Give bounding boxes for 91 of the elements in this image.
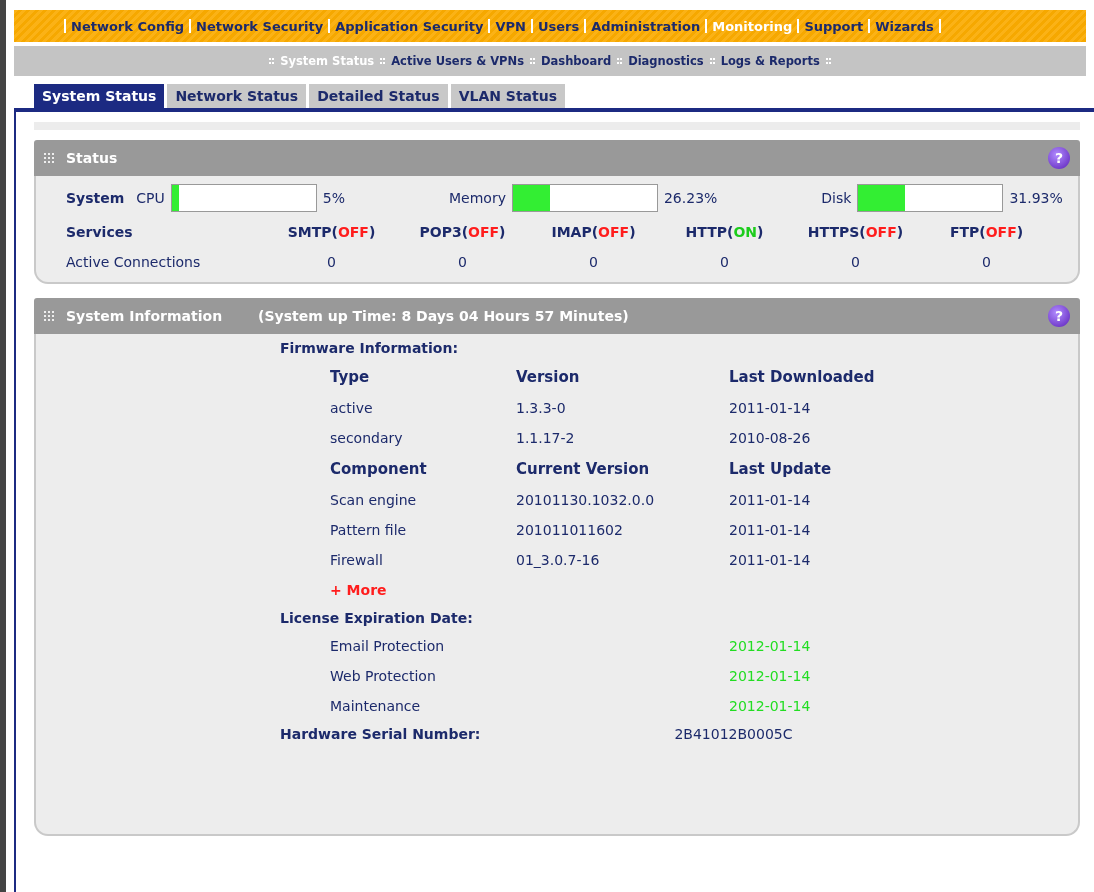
nav-link[interactable]: Network Security [196, 18, 324, 34]
column-header: Current Version [516, 460, 651, 478]
connection-count: 0 [719, 254, 730, 270]
service-name: POP3( [419, 224, 469, 240]
meter-label: Disk [821, 190, 852, 206]
table-cell-text: 20101130.1032.0.0 [516, 492, 656, 508]
closing-parenthesis: ) [629, 224, 636, 240]
table-cell-text: 2010-08-26 [729, 430, 812, 446]
tab[interactable]: Network Status [167, 84, 307, 108]
sub-nav-link[interactable]: Dashboard [541, 54, 612, 68]
table-cell-text: Pattern file [330, 522, 408, 538]
table-cell-text: 2011-01-14 [729, 552, 812, 568]
meter-reading: 26.23% [663, 190, 718, 206]
separator-icon [709, 58, 715, 64]
license-date: 2012-01-14 [729, 698, 812, 714]
tab[interactable]: VLAN Status [450, 84, 566, 108]
closing-parenthesis: ) [757, 224, 764, 240]
meter-label: CPU [136, 190, 165, 206]
tab[interactable]: System Status [34, 84, 165, 108]
service-state: OFF [468, 224, 500, 240]
column-header: Type [330, 368, 371, 386]
service-state: ON [733, 224, 757, 240]
section-heading: Hardware Serial Number: [280, 726, 481, 742]
grip-icon [44, 153, 54, 163]
connection-count: 0 [981, 254, 992, 270]
service-name: FTP( [949, 224, 986, 240]
connection-count: 0 [457, 254, 468, 270]
license-name: Maintenance [330, 698, 422, 714]
service-name: IMAP( [551, 224, 599, 240]
row-label: Services [66, 224, 134, 240]
serial-number: 2B41012B0005C [674, 726, 793, 742]
section-heading: License Expiration Date: [280, 610, 474, 626]
table-cell-text: 2011-01-14 [729, 400, 812, 416]
nav-link[interactable]: Network Config [71, 18, 185, 34]
column-header: Last Update [729, 460, 833, 478]
nav-link[interactable]: Administration [591, 18, 701, 34]
meter-label: Memory [449, 190, 506, 206]
nav-link[interactable]: Users [537, 18, 580, 34]
separator-icon [530, 58, 535, 64]
panel-title: System Information [66, 308, 223, 324]
meter-reading: 31.93% [1009, 190, 1063, 206]
service-state: OFF [985, 224, 1017, 240]
table-cell-text: 2011-01-14 [729, 522, 812, 538]
service-name: SMTP( [287, 224, 338, 240]
grip-icon [44, 311, 54, 321]
table-cell-text: secondary [330, 430, 404, 446]
column-header: Last Downloaded [729, 368, 876, 386]
service-state: OFF [598, 224, 630, 240]
sub-nav-link[interactable]: Active Users & VPNs [391, 54, 524, 68]
row-label: Active Connections [66, 254, 202, 270]
license-name: Email Protection [330, 638, 446, 654]
table-cell-text: 201011011602 [516, 522, 624, 538]
nav-link[interactable]: Support [804, 18, 864, 34]
connection-count: 0 [326, 254, 337, 270]
closing-parenthesis: ) [1016, 224, 1024, 240]
closing-parenthesis: ) [896, 224, 904, 240]
table-cell-text: 1.3.3-0 [516, 400, 567, 416]
service-name: HTTPS( [807, 224, 866, 240]
table-cell-text: active [330, 400, 374, 416]
table-cell-text: 01_3.0.7-16 [516, 552, 601, 568]
license-date: 2012-01-14 [729, 638, 812, 654]
closing-parenthesis: ) [499, 224, 506, 240]
license-name: Web Protection [330, 668, 437, 684]
sub-nav-link[interactable]: Diagnostics [628, 54, 704, 68]
nav-link[interactable]: Application Security [335, 18, 484, 34]
table-cell-text: 2011-01-14 [729, 492, 812, 508]
nav-link[interactable]: VPN [495, 18, 526, 34]
closing-parenthesis: ) [368, 224, 376, 240]
sub-nav-link[interactable]: Logs & Reports [720, 54, 820, 68]
nav-link[interactable]: Wizards [875, 18, 934, 34]
column-header: Version [516, 368, 581, 386]
table-cell-text: 1.1.17-2 [516, 430, 576, 446]
separator-icon [269, 58, 275, 64]
separator-icon [825, 58, 831, 64]
uptime-text: (System up Time: 8 Days 04 Hours 57 Minutes) [258, 308, 629, 324]
section-heading: Firmware Information: [280, 340, 459, 356]
license-date: 2012-01-14 [729, 668, 812, 684]
table-cell-text: Firewall [330, 552, 384, 568]
meter-reading: 5% [322, 190, 345, 206]
service-name: HTTP( [685, 224, 734, 240]
connection-count: 0 [588, 254, 599, 270]
panel-title: Status [66, 150, 118, 166]
table-cell-text: Scan engine [330, 492, 418, 508]
separator-icon [380, 58, 386, 64]
tab[interactable]: Detailed Status [309, 84, 448, 108]
separator-icon [617, 58, 623, 64]
connection-count: 0 [850, 254, 861, 270]
column-header: Component [330, 460, 428, 478]
service-state: OFF [865, 224, 897, 240]
row-label: System [66, 190, 125, 206]
service-state: OFF [337, 224, 369, 240]
